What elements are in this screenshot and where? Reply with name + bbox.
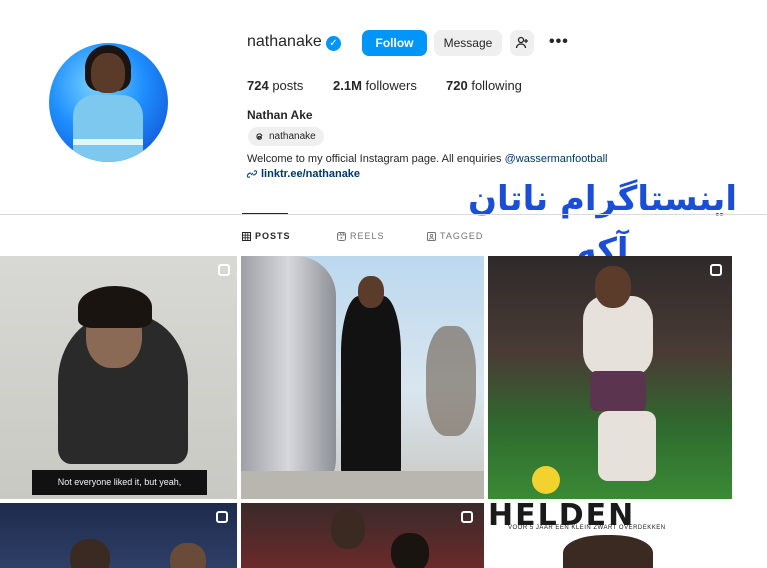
post-4-player-2 (170, 543, 206, 568)
post-3-shirt (583, 296, 653, 376)
tab-reels[interactable]: REELS (337, 231, 385, 241)
carousel-icon (461, 511, 473, 523)
threads-handle: nathanake (269, 131, 316, 142)
posts-label: posts (272, 78, 304, 93)
bio-mention-link[interactable]: @wassermanfootball (505, 153, 608, 165)
more-options-icon[interactable]: ••• (549, 33, 569, 51)
post-thumbnail-4[interactable] (0, 503, 237, 568)
post-6-face (563, 535, 653, 568)
followers-label: followers (365, 78, 417, 93)
post-thumbnail-5[interactable] (241, 503, 484, 568)
follow-button[interactable]: Follow (362, 30, 427, 56)
post-thumbnail-6[interactable]: HELDEN VOOR 5 JAAR EEN KLEIN ZWART OVERD… (488, 503, 732, 568)
posts-count: 724 (247, 78, 269, 93)
post-1-hair (78, 286, 152, 328)
tab-reels-label: REELS (350, 231, 385, 241)
avatar-face (91, 53, 125, 93)
post-thumbnail-1[interactable]: Not everyone liked it, but yeah, (0, 256, 237, 499)
active-tab-indicator (242, 213, 288, 214)
verified-badge-icon: ✓ (326, 36, 341, 51)
tab-tagged-label: TAGGED (440, 231, 484, 241)
following-label: following (471, 78, 522, 93)
reel-icon (218, 264, 230, 276)
threads-icon (256, 133, 263, 140)
carousel-icon (710, 264, 722, 276)
tabs-divider (0, 214, 767, 215)
add-person-icon (515, 36, 528, 49)
link-icon (247, 170, 257, 178)
overlay-title-text: اینستاگرام ناتان آکه (468, 179, 737, 271)
profile-username: nathanake (247, 33, 322, 50)
post-2-building (241, 256, 336, 499)
post-3-face (595, 266, 631, 308)
post-thumbnail-2[interactable] (241, 256, 484, 499)
followers-count: 2.1M (333, 78, 362, 93)
post-2-tree (426, 326, 476, 436)
post-thumbnail-3[interactable] (488, 256, 732, 499)
avatar-jersey (73, 95, 143, 162)
avatar-jersey-stripe (73, 139, 143, 145)
carousel-icon (216, 511, 228, 523)
tab-posts-label: POSTS (255, 231, 291, 241)
post-5-player-2 (391, 533, 429, 568)
post-3-ball (532, 466, 560, 494)
profile-avatar[interactable] (49, 43, 168, 162)
profile-bio: Welcome to my official Instagram page. A… (247, 153, 608, 165)
post-6-subtext: VOOR 5 JAAR EEN KLEIN ZWART OVERDEKKEN (508, 525, 666, 531)
post-5-player-1 (331, 509, 365, 549)
stat-following[interactable]: 720 following (446, 78, 522, 93)
following-count: 720 (446, 78, 468, 93)
profile-link[interactable]: linktr.ee/nathanake (247, 168, 360, 180)
post-3-legs (598, 411, 656, 481)
stat-followers[interactable]: 2.1M followers (333, 78, 417, 93)
suggest-user-button[interactable] (510, 30, 534, 56)
post-3-shorts (590, 371, 646, 411)
profile-link-text: linktr.ee/nathanake (261, 168, 361, 180)
bio-text: Welcome to my official Instagram page. A… (247, 153, 505, 165)
threads-badge[interactable]: nathanake (248, 127, 324, 146)
profile-full-name: Nathan Ake (247, 108, 313, 122)
tab-tagged[interactable]: TAGGED (427, 231, 483, 241)
post-2-person (341, 296, 401, 486)
post-1-caption: Not everyone liked it, but yeah, (32, 470, 207, 495)
post-2-ground (241, 471, 484, 499)
message-button[interactable]: Message (434, 30, 502, 56)
post-2-face (358, 276, 384, 308)
grid-icon (242, 231, 251, 241)
tab-posts[interactable]: POSTS (242, 231, 291, 241)
reels-icon (337, 231, 346, 241)
tagged-icon (427, 231, 436, 241)
stat-posts: 724 posts (247, 78, 303, 93)
post-4-player-1 (70, 539, 110, 568)
